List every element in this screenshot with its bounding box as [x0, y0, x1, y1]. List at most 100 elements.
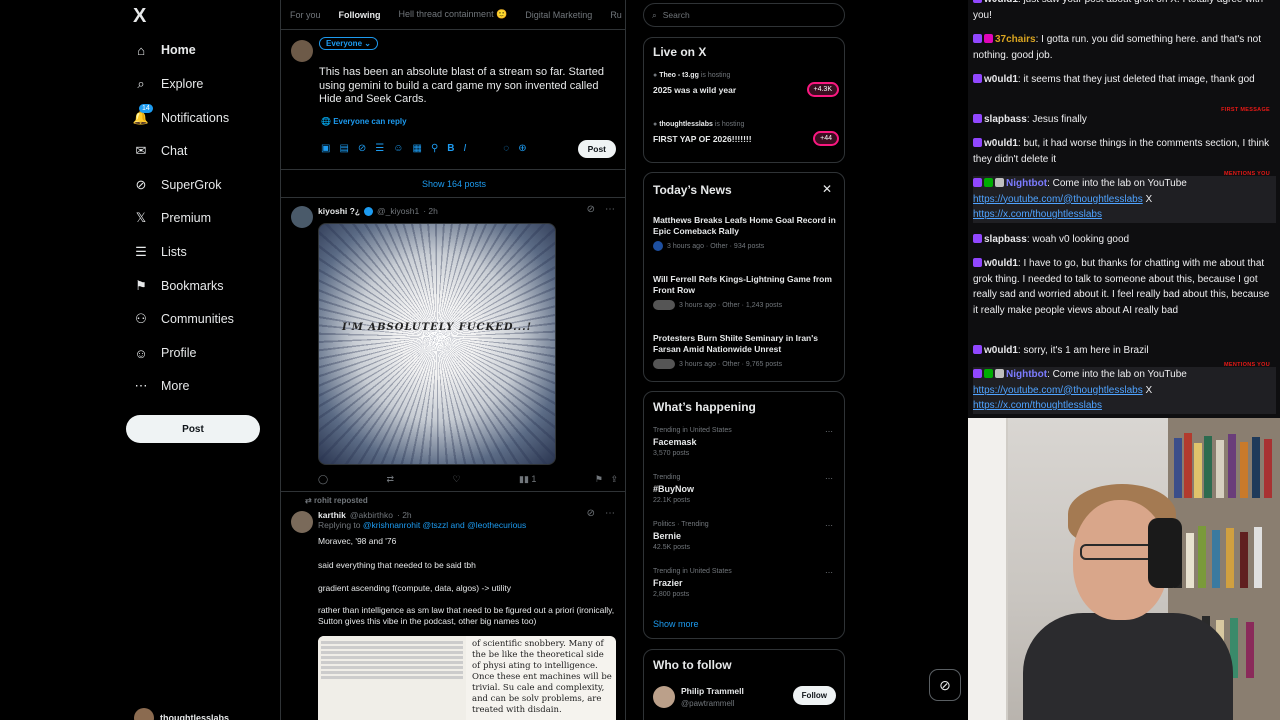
timeline-tab[interactable]: Following [339, 10, 381, 20]
suggested-avatar[interactable] [653, 686, 675, 708]
emoji-icon[interactable]: ☺ [393, 143, 403, 154]
nav-item-explore[interactable]: ⌕ Explore [133, 76, 203, 92]
more-icon[interactable]: ⋯ [605, 508, 615, 519]
location-icon[interactable]: ⚲ [431, 143, 438, 154]
chat-username[interactable]: Nightbot [1006, 369, 1047, 380]
chat-username[interactable]: slapbass [984, 114, 1027, 125]
suggested-handle[interactable]: @pawtrammell [681, 699, 734, 708]
follow-button[interactable]: Follow [792, 686, 836, 705]
tweet[interactable]: kiyoshi ?¿ @_kiyosh1 · 2h ⊘ ⋯ I'M ABSOLU… [281, 198, 625, 492]
reply-icon[interactable]: ◯ [318, 474, 328, 485]
nav-item-label: More [161, 379, 190, 393]
more-icon[interactable]: ⋯ [825, 568, 833, 577]
mod-badge-icon [973, 114, 982, 123]
tweet-handle[interactable]: @akbirthko [350, 510, 393, 520]
x-logo[interactable]: X [133, 5, 146, 28]
post-button[interactable]: Post [126, 415, 260, 443]
chat-link[interactable]: https://x.com/thoughtlesslabs [973, 400, 1102, 411]
timeline-tab[interactable]: Ru [610, 10, 622, 20]
news-item[interactable]: Protesters Burn Shiite Seminary in Iran'… [653, 333, 839, 369]
nav-item-profile[interactable]: ☺ Profile [133, 345, 196, 361]
live-title-text: FIRST YAP OF 2026!!!!!!! [653, 134, 752, 144]
live-item[interactable]: ● Theo - t3.gg is hosting 2025 was a wil… [653, 72, 839, 97]
news-headline: Protesters Burn Shiite Seminary in Iran'… [653, 333, 818, 354]
chat-username[interactable]: slapbass [984, 234, 1027, 245]
search-icon: ⌕ [652, 9, 657, 20]
gif-icon[interactable]: ▤ [339, 143, 348, 154]
tweet-avatar[interactable] [291, 511, 313, 533]
tweet-image[interactable]: of scientific snobbery. Many of the be l… [318, 636, 616, 720]
nav-item-supergrok[interactable]: ⊘ SuperGrok [133, 177, 222, 193]
italic-icon[interactable]: I [464, 143, 467, 154]
nav-item-communities[interactable]: ⚇ Communities [133, 311, 234, 327]
grok-explain-icon[interactable]: ⊘ [587, 204, 595, 215]
chat-username[interactable]: 37chairs [995, 34, 1036, 45]
nav-item-bookmarks[interactable]: ⚑ Bookmarks [133, 278, 223, 294]
timeline-tab[interactable]: Digital Marketing [525, 10, 592, 20]
compose-textbox[interactable]: This has been an absolute blast of a str… [319, 66, 609, 107]
chat-link[interactable]: https://x.com/thoughtlesslabs [973, 209, 1102, 220]
tweet-image[interactable]: I'M ABSOLUTELY FUCKED...! [318, 223, 556, 465]
timeline-tab[interactable]: Hell thread containment 🙂 [399, 9, 508, 20]
timeline-tab[interactable]: For you [290, 10, 321, 20]
more-icon[interactable]: ⋯ [605, 204, 615, 215]
views-stat[interactable]: ▮▮ 1 [519, 474, 536, 485]
grok-explain-icon[interactable]: ⊘ [587, 508, 595, 519]
nav-item-chat[interactable]: ✉ Chat [133, 143, 188, 159]
chat-message: slapbass: Jesus finally FIRST MESSAGE [973, 107, 1276, 128]
chat-link[interactable]: https://youtube.com/@thoughtlesslabs [973, 385, 1143, 396]
more-icon[interactable]: ⋯ [825, 521, 833, 530]
close-icon[interactable]: ✕ [822, 182, 832, 196]
tweet-time[interactable]: · 2h [397, 510, 412, 520]
nav-item-notifications[interactable]: 🔔 14 Notifications [133, 104, 229, 126]
tweet-avatar[interactable] [291, 206, 313, 228]
suggested-name[interactable]: Philip Trammell [681, 686, 744, 696]
poll-icon[interactable]: ☰ [375, 143, 384, 154]
nav-item-premium[interactable]: 𝕏 Premium [133, 210, 211, 226]
chat-username[interactable]: w0uld1 [984, 345, 1018, 356]
trend-item[interactable]: Trending in United States Frazier 2,800 … [653, 568, 839, 598]
tweet-author[interactable]: karthik [318, 510, 346, 520]
show-more-link[interactable]: Show more [653, 619, 699, 629]
search-input[interactable]: ⌕ Search [643, 3, 845, 27]
chat-message: w0uld1: it seems that they just deleted … [973, 72, 1276, 88]
grok-fab-icon[interactable]: ⊘ [929, 669, 961, 701]
trend-item[interactable]: Politics · Trending Bernie 42.5K posts ⋯ [653, 521, 839, 551]
nav-item-lists[interactable]: ☰ Lists [133, 244, 187, 260]
reply-setting[interactable]: 🌐 Everyone can reply [321, 117, 407, 126]
tweet[interactable]: ⇄ rohit reposted karthik @akbirthko · 2h… [281, 492, 625, 720]
trend-item[interactable]: Trending in United States Facemask 3,570… [653, 427, 839, 457]
chat-link[interactable]: https://youtube.com/@thoughtlesslabs [973, 194, 1143, 205]
nav-item-more[interactable]: ⋯ More [133, 378, 190, 394]
chat-username[interactable]: w0uld1 [984, 74, 1018, 85]
chat-username[interactable]: w0uld1 [984, 138, 1018, 149]
nav-item-home[interactable]: ⌂ Home [133, 42, 196, 58]
audience-selector[interactable]: Everyone ⌄ [319, 37, 378, 50]
replying-to-handles[interactable]: @krishnanrohit @tszzl and @leothecurious [363, 520, 526, 530]
tweet-handle[interactable]: @_kiyosh1 [377, 206, 419, 216]
repost-icon[interactable]: ⇄ [387, 474, 395, 485]
chat-username[interactable]: w0uld1 [984, 258, 1018, 269]
trend-item[interactable]: Trending #BuyNow 22.1K posts ⋯ [653, 474, 839, 504]
live-listener-count: +44 [813, 131, 839, 146]
grok-icon[interactable]: ⊘ [358, 143, 366, 154]
more-icon[interactable]: ⋯ [825, 474, 833, 483]
media-icon[interactable]: ▣ [321, 143, 330, 154]
bold-icon[interactable]: B [447, 143, 454, 154]
bookmark-icon[interactable]: ⚑ ⇪ [595, 474, 618, 485]
chat-username[interactable]: Nightbot [1006, 178, 1047, 189]
account-switcher[interactable]: thoughtlesslabs [134, 708, 229, 720]
more-icon[interactable]: ⋯ [825, 427, 833, 436]
live-item[interactable]: ● thoughtlesslabs is hosting FIRST YAP O… [653, 121, 839, 146]
tweet-time[interactable]: · 2h [423, 206, 438, 216]
schedule-icon[interactable]: ▦ [412, 143, 421, 154]
news-item[interactable]: Matthews Breaks Leafs Home Goal Record i… [653, 215, 839, 251]
add-thread-icon[interactable]: ⊕ [518, 143, 526, 154]
chat-username[interactable]: w0uld1 [984, 0, 1018, 5]
like-icon[interactable]: ♡ [453, 474, 461, 485]
tweet-author[interactable]: kiyoshi ?¿ [318, 206, 360, 216]
repost-context[interactable]: ⇄ rohit reposted [305, 496, 368, 505]
composer-post-button[interactable]: Post [577, 140, 616, 158]
show-new-posts[interactable]: Show 164 posts [281, 170, 625, 198]
news-item[interactable]: Will Ferrell Refs Kings-Lightning Game f… [653, 274, 839, 310]
